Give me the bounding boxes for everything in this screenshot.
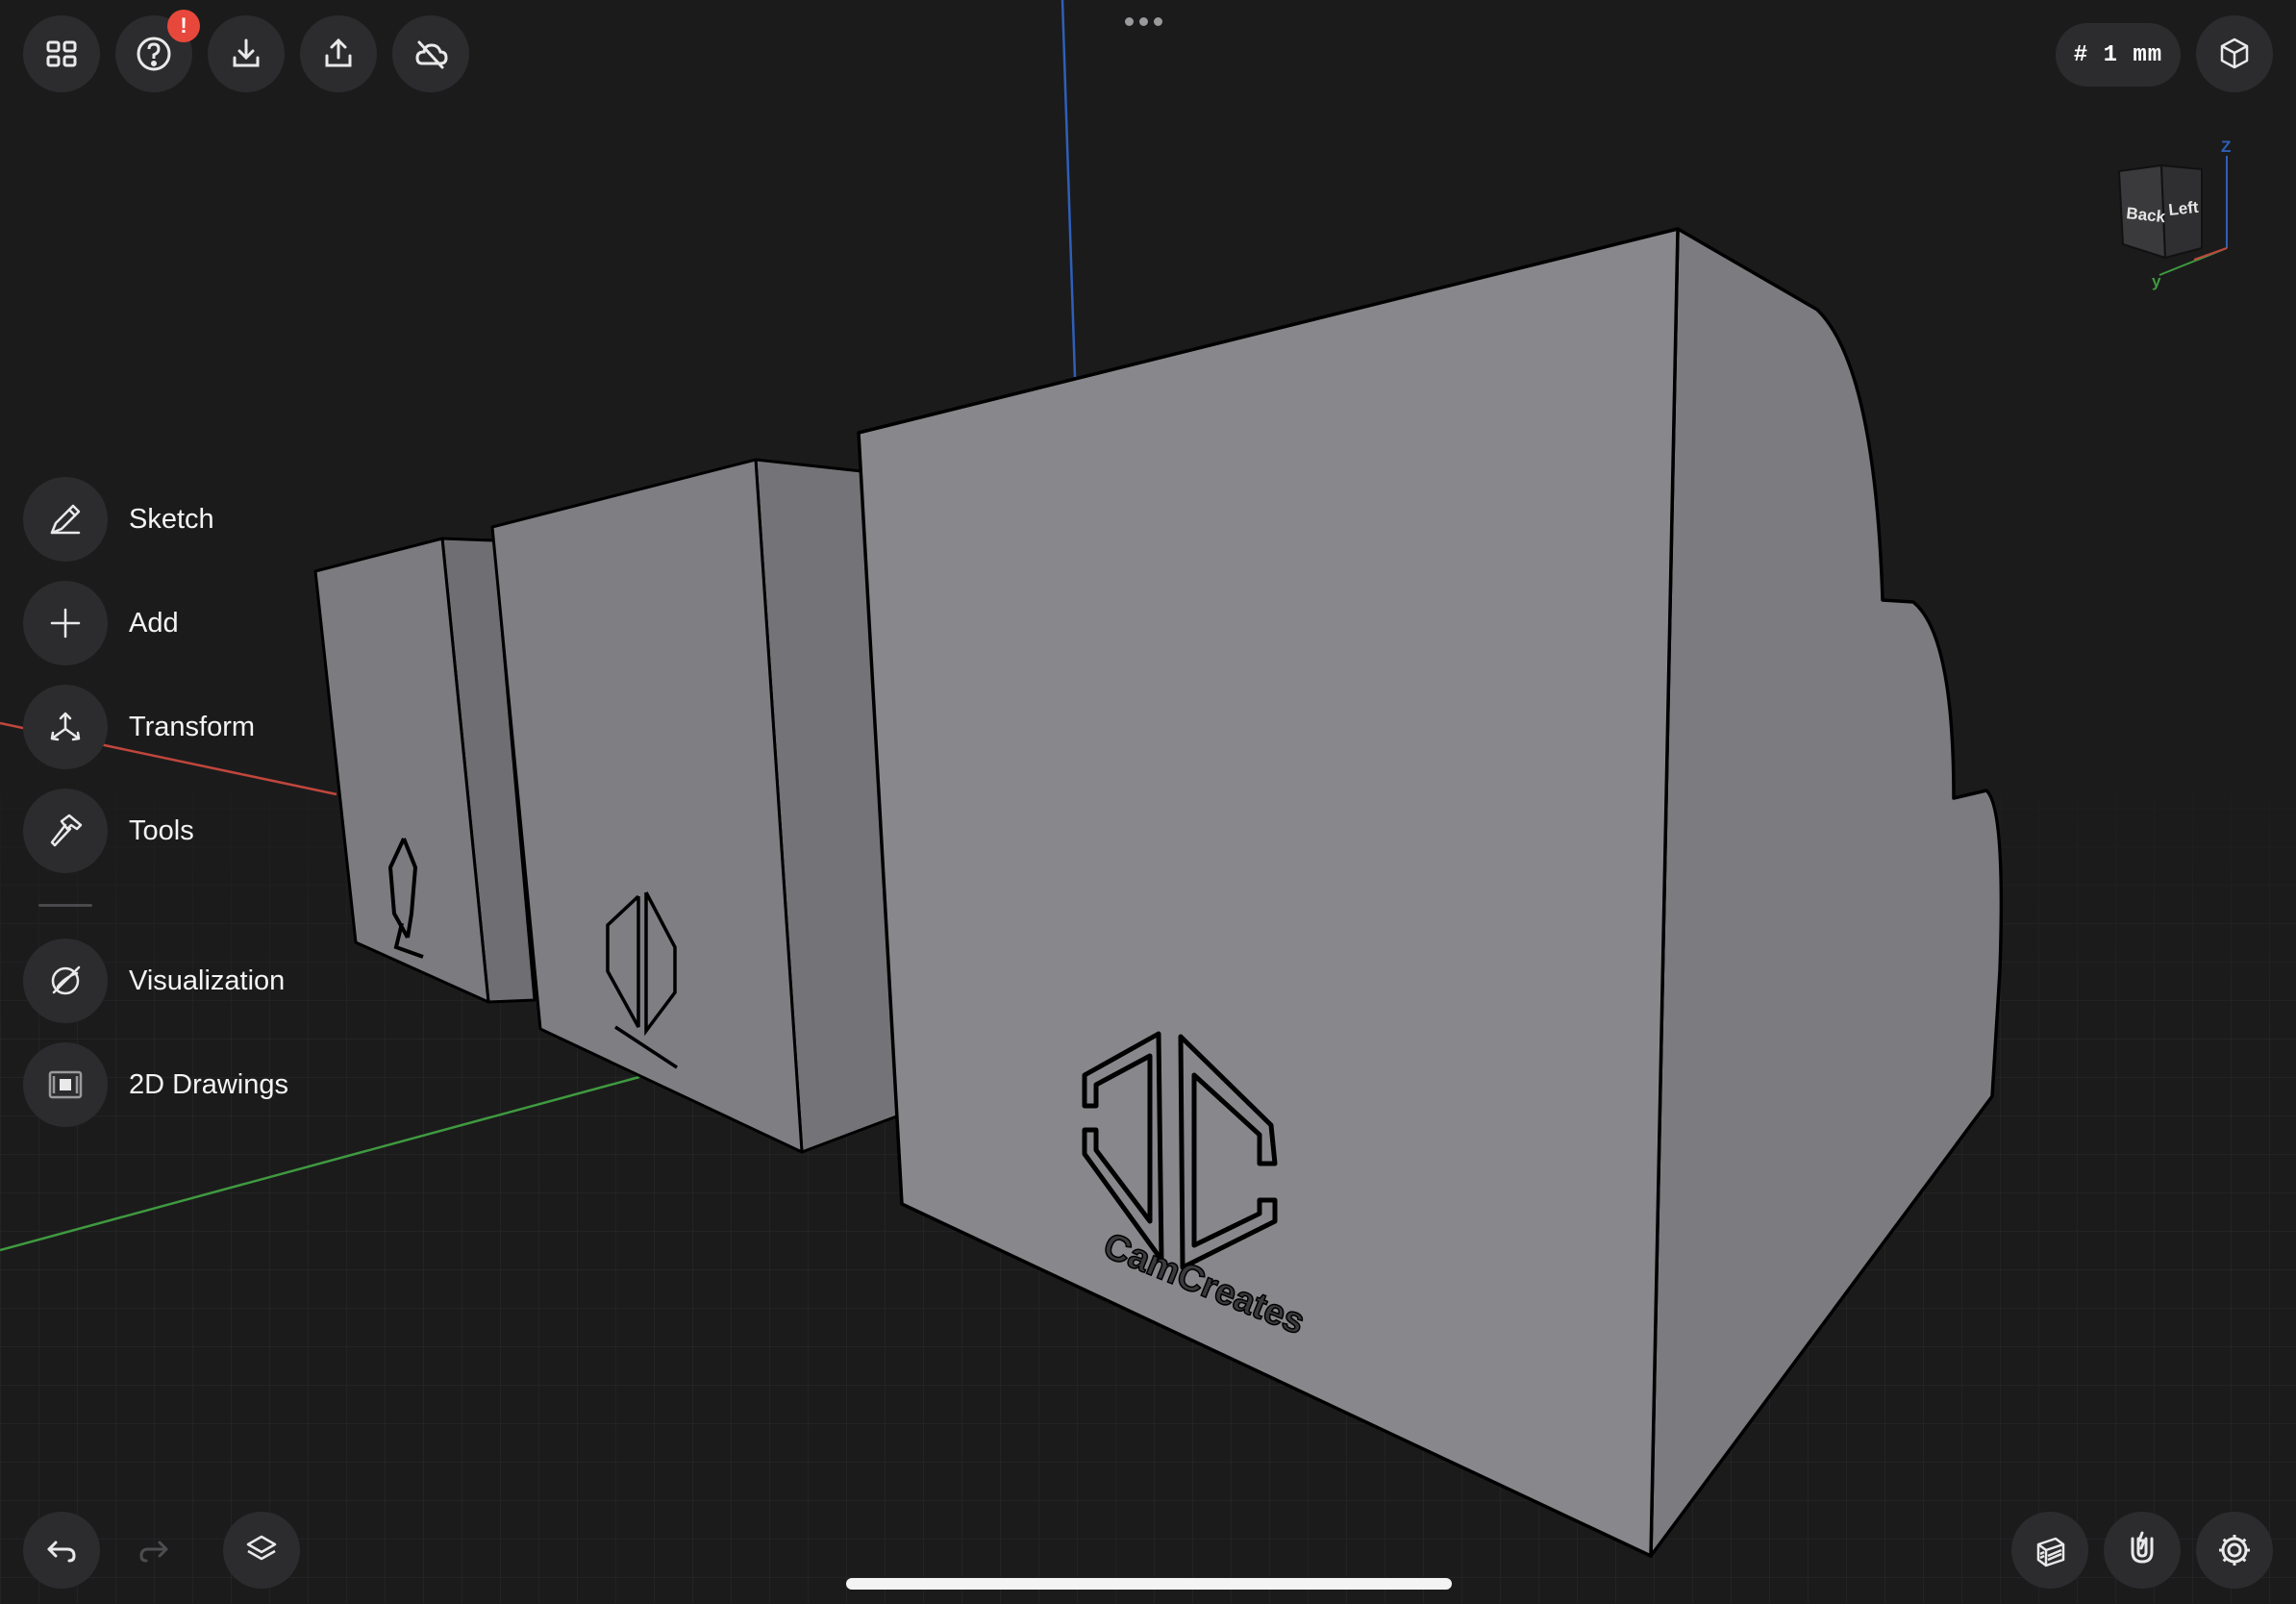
layers-icon	[246, 1535, 277, 1561]
tool-tools-label: Tools	[129, 815, 194, 846]
tool-sketch-label: Sketch	[129, 503, 214, 535]
help-alert-badge: !	[167, 10, 200, 42]
section-view-button[interactable]	[2011, 1512, 2088, 1589]
3d-viewport[interactable]: CamCreates	[0, 0, 2296, 1604]
tool-transform-label: Transform	[129, 711, 256, 742]
redo-button[interactable]	[115, 1512, 192, 1589]
tool-2d-drawings-label: 2D Drawings	[129, 1068, 288, 1100]
layers-button[interactable]	[223, 1512, 300, 1589]
export-icon	[325, 38, 352, 67]
cloud-icon	[415, 40, 448, 69]
tool-2d-drawings[interactable]: 2D Drawings	[23, 1042, 288, 1127]
tool-sketch[interactable]: Sketch	[23, 477, 214, 562]
cube-icon	[2220, 38, 2249, 69]
home-indicator[interactable]	[846, 1578, 1452, 1590]
undo-button[interactable]	[23, 1512, 100, 1589]
redo-icon	[139, 1541, 168, 1563]
more-options-button[interactable]	[1125, 17, 1162, 26]
tool-visualization-label: Visualization	[129, 965, 286, 996]
view-mode-button[interactable]	[2196, 15, 2273, 92]
snap-button[interactable]	[2104, 1512, 2181, 1589]
grid-menu-button[interactable]	[23, 15, 100, 92]
import-icon	[233, 38, 260, 67]
tool-transform[interactable]: Transform	[23, 685, 255, 769]
settings-button[interactable]	[2196, 1512, 2273, 1589]
gear-icon	[2219, 1535, 2250, 1566]
grid-size-button[interactable]: # 1 mm	[2056, 23, 2181, 87]
plus-icon	[23, 581, 108, 665]
view-cube-z-label: Z	[2221, 138, 2231, 156]
tool-panel-divider	[38, 904, 92, 907]
tool-add[interactable]: Add	[23, 581, 179, 665]
cloud-sync-button[interactable]	[392, 15, 469, 92]
magnet-icon	[2131, 1531, 2154, 1564]
view-cube-y-label: y	[2152, 272, 2161, 290]
undo-icon	[47, 1541, 76, 1563]
z-axis-line	[1061, 0, 1077, 378]
export-button[interactable]	[300, 15, 377, 92]
tool-visualization[interactable]: Visualization	[23, 939, 285, 1023]
visualization-icon	[23, 939, 108, 1023]
view-cube-left-face[interactable]: Left	[2167, 198, 2199, 219]
section-view-icon	[2036, 1537, 2065, 1567]
import-button[interactable]	[208, 15, 285, 92]
tool-tools[interactable]: Tools	[23, 789, 194, 873]
drawing-sheet-icon	[23, 1042, 108, 1127]
view-cube-x-axis	[2193, 247, 2228, 261]
question-icon	[137, 37, 171, 71]
sketch-pen-icon	[23, 477, 108, 562]
tool-add-label: Add	[129, 607, 179, 639]
view-cube[interactable]: Back Left Z y	[2106, 135, 2250, 298]
transform-icon	[23, 685, 108, 769]
hammer-icon	[23, 789, 108, 873]
grid-icon	[46, 40, 77, 67]
